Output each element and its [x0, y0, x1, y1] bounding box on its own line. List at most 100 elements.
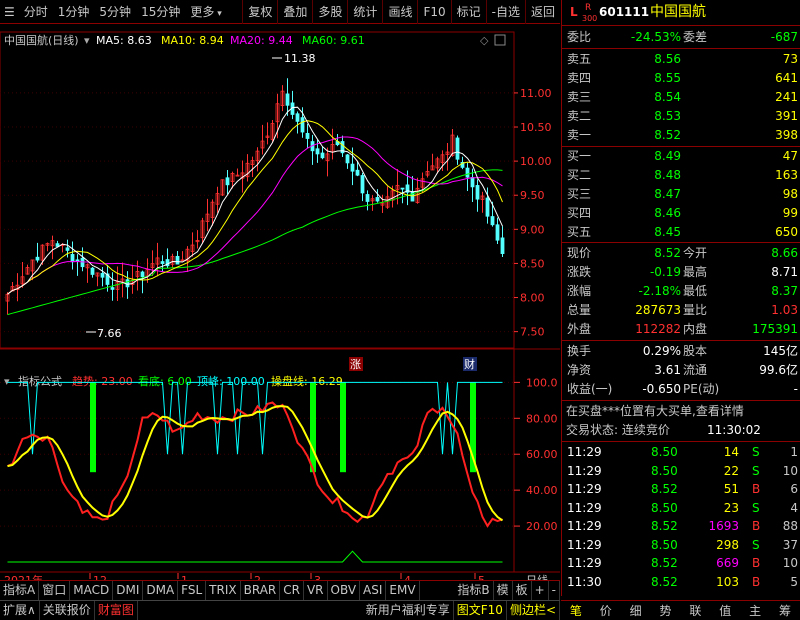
mark-button[interactable]: 标记: [450, 0, 486, 24]
bid-price[interactable]: 8.49: [654, 147, 681, 166]
back-button[interactable]: 返回: [524, 0, 560, 24]
tab-fenshi[interactable]: 分时: [19, 0, 53, 24]
ask-price[interactable]: 8.54: [654, 88, 681, 107]
candle-body: [295, 113, 300, 122]
tab-chips[interactable]: 筹: [779, 602, 791, 619]
tab-dma[interactable]: DMA: [143, 581, 179, 600]
ask-row: 卖二 8.53 391: [562, 107, 800, 126]
stock-name[interactable]: 中国国航: [650, 3, 706, 22]
stat2-row: 净资 3.61 流通 99.6亿: [562, 361, 800, 380]
bid-volume: 163: [775, 168, 798, 182]
status-label: 交易状态: 连续竞价: [566, 423, 670, 437]
tab-detail[interactable]: 细: [630, 602, 642, 619]
bid-price[interactable]: 8.45: [654, 223, 681, 242]
multi-stock-button[interactable]: 多股: [312, 0, 347, 24]
overlay-button[interactable]: 叠加: [277, 0, 312, 24]
trade-time: 11:29: [567, 500, 602, 515]
f10-button[interactable]: F10: [417, 0, 450, 24]
tab-5min[interactable]: 5分钟: [94, 0, 136, 24]
stat-value: 112282: [635, 322, 681, 336]
divider: [562, 48, 800, 49]
tab-tick[interactable]: 笔: [570, 602, 582, 619]
expand-button[interactable]: 扩展∧: [0, 601, 40, 620]
tab-value[interactable]: 值: [719, 602, 731, 619]
tab-vr[interactable]: VR: [304, 581, 328, 600]
stat2-row: 收益(一) -0.650 PE(动) -: [562, 380, 800, 399]
tab-trend[interactable]: 势: [660, 602, 672, 619]
ma20-label: MA20: 9.44: [230, 34, 293, 47]
tab-link[interactable]: 联: [689, 602, 701, 619]
f10-graphic-button[interactable]: 图文F10: [454, 601, 507, 620]
candle-body: [455, 137, 460, 160]
tab-indicator-a[interactable]: 指标A: [0, 581, 40, 600]
trade-row: 11:29 8.50 22 S 10: [562, 462, 800, 481]
tab-indicator-b[interactable]: 指标B: [454, 581, 494, 600]
candle-body: [470, 177, 475, 188]
trade-volume: 51: [723, 482, 739, 496]
tab-cr[interactable]: CR: [280, 581, 304, 600]
collapse-icon[interactable]: ▾: [84, 34, 90, 47]
tab-15min[interactable]: 15分钟: [136, 0, 185, 24]
remove-watchlist-button[interactable]: -自选: [485, 0, 525, 24]
stock-code[interactable]: 601111: [599, 3, 649, 22]
tab-dmi[interactable]: DMI: [113, 581, 144, 600]
wealth-chart-button[interactable]: 财富图: [95, 601, 138, 620]
stat2-label: 收益(一): [567, 382, 613, 396]
zoom-in-button[interactable]: +: [532, 581, 549, 600]
notice-row[interactable]: 在买盘***位置有大买单,查看详情: [562, 402, 800, 421]
candle-body: [495, 224, 500, 241]
tab-fsl[interactable]: FSL: [178, 581, 207, 600]
weibi-value: -24.53%: [630, 30, 681, 44]
tab-asi[interactable]: ASI: [360, 581, 387, 600]
tab-brar[interactable]: BRAR: [241, 581, 281, 600]
maximize-icon[interactable]: [494, 34, 506, 46]
candle-body: [160, 261, 165, 264]
bid-price[interactable]: 8.48: [654, 166, 681, 185]
low-label: 7.66: [97, 327, 122, 340]
new-user-promo-link[interactable]: 新用户福利专享: [363, 601, 454, 620]
peak-label: 顶峰: 100.00: [197, 375, 265, 388]
indicator-collapse-icon[interactable]: ▾: [4, 375, 10, 388]
tab-emv[interactable]: EMV: [386, 581, 420, 600]
menu-icon[interactable]: ☰: [0, 0, 19, 24]
tab-macd[interactable]: MACD: [70, 581, 114, 600]
stat-value: 8.52: [654, 246, 681, 260]
tab-main[interactable]: 主: [749, 602, 761, 619]
diamond-icon[interactable]: ◇: [480, 34, 489, 47]
tab-template[interactable]: 模: [494, 581, 513, 600]
candle-body: [125, 279, 130, 288]
kline-chart[interactable]: 中国国航(日线) ▾ MA5: 8.63 MA10: 8.94 MA20: 9.…: [0, 24, 560, 596]
ask-price[interactable]: 8.55: [654, 69, 681, 88]
draw-line-button[interactable]: 画线: [382, 0, 417, 24]
tab-1min[interactable]: 1分钟: [53, 0, 95, 24]
limit-up-text: 涨: [350, 358, 361, 371]
tab-window[interactable]: 窗口: [39, 581, 71, 600]
tab-price[interactable]: 价: [600, 602, 612, 619]
candle-body: [350, 163, 355, 172]
stat-label: 内盘: [683, 322, 708, 336]
trade-price: 8.52: [651, 519, 678, 533]
candle-body: [400, 187, 405, 190]
trade-time: 11:29: [567, 463, 602, 478]
ask-price[interactable]: 8.56: [654, 50, 681, 69]
price-pane-frame: [0, 31, 515, 349]
fuquan-button[interactable]: 复权: [242, 0, 277, 24]
zoom-out-button[interactable]: -: [549, 581, 560, 600]
tab-obv[interactable]: OBV: [328, 581, 361, 600]
tab-board[interactable]: 板: [513, 581, 532, 600]
ask-price[interactable]: 8.53: [654, 107, 681, 126]
bid-price[interactable]: 8.47: [654, 185, 681, 204]
sidebar-toggle-button[interactable]: 侧边栏<: [507, 601, 560, 620]
trade-count: 10: [782, 556, 798, 570]
tab-trix[interactable]: TRIX: [206, 581, 241, 600]
ask-price[interactable]: 8.52: [654, 126, 681, 145]
indicator-bars: [90, 382, 476, 473]
stats-button[interactable]: 统计: [347, 0, 382, 24]
ask-volume: 241: [775, 90, 798, 104]
trade-time: 11:29: [567, 556, 602, 570]
tab-more[interactable]: 更多 ▾: [185, 0, 226, 24]
bid-price[interactable]: 8.46: [654, 204, 681, 223]
related-quote-button[interactable]: 关联报价: [40, 601, 95, 620]
stat-label: 最低: [683, 284, 708, 298]
candle-body: [360, 175, 365, 194]
